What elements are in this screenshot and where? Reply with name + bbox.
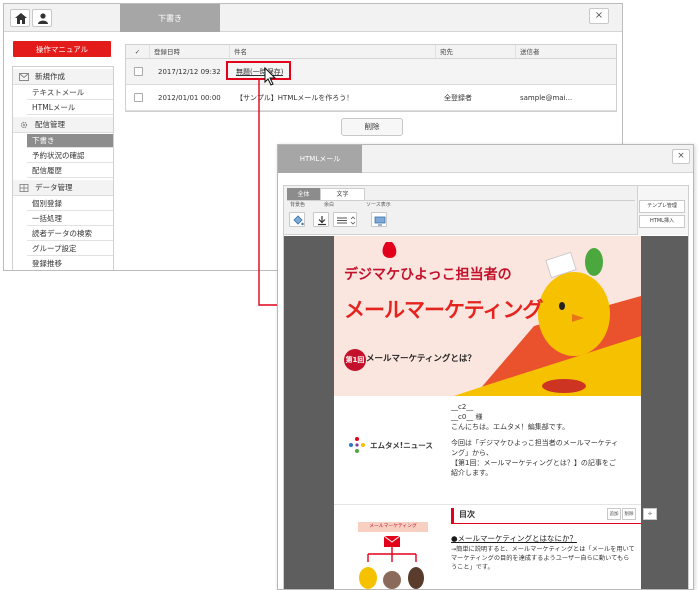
- sidebar-item-html-mail[interactable]: HTMLメール: [27, 101, 113, 115]
- logo-mark-icon: [349, 437, 365, 453]
- banner-badge: 第1回: [344, 349, 366, 371]
- sidebar-section-delivery[interactable]: 配信管理: [13, 117, 113, 133]
- greeting-line: 【第1回：メールマーケティングとは？】の記事をご: [451, 459, 616, 467]
- sidebar-item-bulk[interactable]: 一括処理: [27, 212, 113, 226]
- section-divider: [334, 504, 641, 505]
- tab-text[interactable]: 文字: [320, 188, 365, 200]
- sidebar-section-data[interactable]: データ管理: [13, 180, 113, 196]
- sidebar-section-label: 配信管理: [35, 120, 65, 129]
- manual-button[interactable]: 操作マニュアル: [13, 41, 111, 57]
- home-button[interactable]: [10, 9, 30, 27]
- download-button[interactable]: [313, 212, 329, 227]
- mail-icon: [19, 73, 29, 81]
- toc-line: マーケティングの目的を達成するようユーザー自らに動いてもら: [451, 555, 630, 562]
- html-insert-button[interactable]: HTML挿入: [639, 215, 685, 228]
- mail-body: デジマケひよっこ担当者の メールマーケティング 第1回 メールマーケティングとは…: [334, 236, 641, 589]
- row-from: sample@mai...: [520, 94, 573, 102]
- sidebar: 新規作成 テキストメール HTMLメール 配信管理 下書き 予約状況の確認 配信…: [12, 66, 114, 270]
- mini-banner-label: メールマーケティング: [358, 522, 428, 532]
- column-header-from: 送信者: [516, 45, 616, 59]
- tab-draft[interactable]: 下書き: [120, 4, 220, 32]
- editor-toolbar: 全体 文字 背景色 余白 ソース表示 テンプレ管理 HTML挿入: [284, 186, 688, 235]
- top-bar: 下書き ×: [4, 4, 622, 32]
- draft-table: ✓ 登録日時 件名 宛先 送信者 2017/12/12 09:32 無題(一時保…: [125, 44, 617, 112]
- margin-icon: [337, 216, 356, 225]
- greeting-line: こんにちは。エムタメ！編集部です。: [451, 423, 570, 431]
- toc-line: うこと」です。: [451, 564, 494, 571]
- row-date: 2017/12/12 09:32: [158, 68, 221, 76]
- section-illustration: メールマーケティング: [348, 518, 436, 589]
- margin-stepper[interactable]: [333, 212, 357, 227]
- table-row[interactable]: 2012/01/01 00:00 【サンプル】HTMLメールを作ろう！ 全登録者…: [126, 85, 616, 111]
- sidebar-item-trend[interactable]: 登録推移: [27, 257, 113, 270]
- sidebar-section-label: データ管理: [35, 183, 73, 192]
- banner-title-line1: デジマケひよっこ担当者の: [344, 267, 512, 283]
- move-block-button[interactable]: ✢: [643, 508, 657, 520]
- add-block-button[interactable]: 追加: [607, 508, 621, 520]
- toc-description: →簡単に説明すると、メールマーケティングとは「メールを用いて マーケティングの目…: [451, 545, 639, 572]
- toolbar-divider: [287, 200, 635, 201]
- label-bg-color: 背景色: [290, 202, 306, 208]
- html-mail-editor-window: HTMLメール × 全体 文字 背景色 余白 ソース表示 テンプレ管理 HTML…: [277, 144, 694, 590]
- subject-highlight: [226, 61, 291, 80]
- source-view-button[interactable]: [371, 212, 387, 227]
- greeting-line: __c0__ 様: [451, 413, 483, 421]
- mail-canvas: デジマケひよっこ担当者の メールマーケティング 第1回 メールマーケティングとは…: [284, 236, 688, 589]
- monitor-icon: [374, 216, 386, 226]
- sidebar-item-draft[interactable]: 下書き: [27, 134, 113, 148]
- grid-icon: [19, 184, 29, 192]
- sidebar-item-history[interactable]: 配信履歴: [27, 164, 113, 178]
- sidebar-section-new[interactable]: 新規作成: [13, 69, 113, 85]
- sidebar-item-reservation[interactable]: 予約状況の確認: [27, 149, 113, 163]
- greeting-line: ング」から、: [451, 449, 493, 457]
- gear-icon: [20, 121, 28, 129]
- home-icon: [15, 13, 27, 24]
- download-icon: [318, 216, 326, 226]
- close-button[interactable]: ×: [589, 8, 609, 24]
- toc-line: →簡単に説明すると、メールマーケティングとは「メールを用いて: [451, 546, 635, 553]
- label-margin: 余白: [324, 202, 335, 208]
- sidebar-section-label: 新規作成: [35, 72, 65, 81]
- row-to: 全登録者: [444, 94, 472, 102]
- bg-color-button[interactable]: [289, 212, 305, 227]
- template-manage-button[interactable]: テンプレ管理: [639, 200, 685, 213]
- user-icon: [38, 13, 48, 24]
- row-subject-link[interactable]: 【サンプル】HTMLメールを作ろう！: [236, 85, 353, 111]
- table-row[interactable]: 2017/12/12 09:32 無題(一時保存): [126, 59, 616, 85]
- sidebar-item-group[interactable]: グループ設定: [27, 242, 113, 256]
- banner-title-line2: メールマーケティング: [344, 298, 543, 322]
- tab-html-mail[interactable]: HTMLメール: [278, 145, 362, 173]
- delete-button[interactable]: 削除: [341, 118, 403, 136]
- paint-bucket-icon: [293, 215, 304, 226]
- label-source-view: ソース表示: [366, 202, 391, 208]
- greeting-text: __c2__ __c0__ 様 こんにちは。エムタメ！編集部です。 今回は「デジ…: [451, 402, 633, 478]
- toc-link[interactable]: ●メールマーケティングとはなにか？: [451, 533, 577, 544]
- sidebar-item-text-mail[interactable]: テキストメール: [27, 86, 113, 100]
- mail-characters-illustration: [359, 535, 424, 589]
- sidebar-item-individual[interactable]: 個別登録: [27, 197, 113, 211]
- row-date: 2012/01/01 00:00: [158, 94, 221, 102]
- editor-top-bar: HTMLメール ×: [278, 145, 693, 173]
- user-button[interactable]: [32, 9, 52, 27]
- greeting-line: 今回は「デジマケひよっこ担当者のメールマーケティ: [451, 439, 619, 447]
- column-header-to: 宛先: [436, 45, 516, 59]
- row-checkbox[interactable]: [134, 67, 143, 76]
- banner-subtitle: メールマーケティングとは？: [366, 354, 476, 364]
- logo-text: エムタメ!ニュース: [370, 441, 433, 450]
- close-button[interactable]: ×: [672, 149, 690, 164]
- row-checkbox[interactable]: [134, 93, 143, 102]
- column-header-subject: 件名: [230, 45, 436, 59]
- greeting-line: 紹介します。: [451, 469, 493, 477]
- column-header-check[interactable]: ✓: [126, 45, 150, 59]
- header-banner-image[interactable]: デジマケひよっこ担当者の メールマーケティング 第1回 メールマーケティングとは…: [334, 236, 641, 396]
- mail-editor: 全体 文字 背景色 余白 ソース表示 テンプレ管理 HTML挿入 デジマケひよっ…: [283, 185, 689, 589]
- tab-all[interactable]: 全体: [287, 188, 320, 200]
- greeting-line: __c2__: [451, 403, 474, 411]
- delete-block-button[interactable]: 削除: [622, 508, 636, 520]
- sidebar-item-search[interactable]: 読者データの検索: [27, 227, 113, 241]
- column-header-date: 登録日時: [150, 45, 230, 59]
